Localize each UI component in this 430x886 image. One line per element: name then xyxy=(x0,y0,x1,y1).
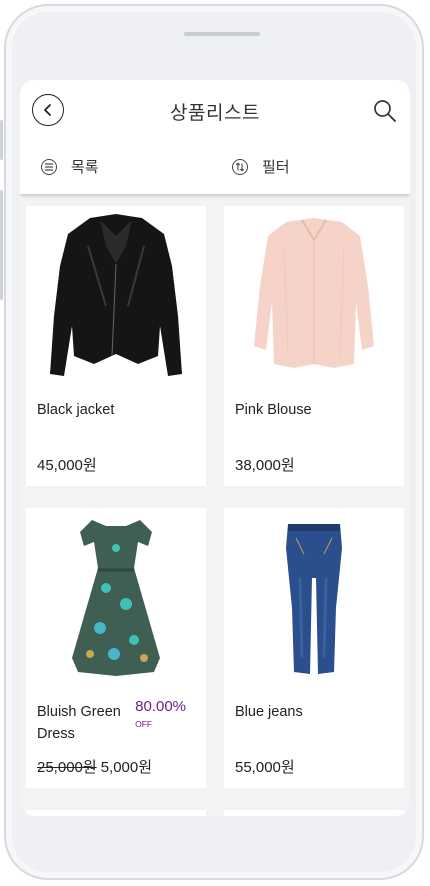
blue-jeans-image xyxy=(286,524,342,674)
sale-price: 5,000원 xyxy=(100,759,153,776)
list-view-label: 목록 xyxy=(71,159,99,176)
search-button[interactable] xyxy=(372,98,398,124)
product-name: Pink Blouse xyxy=(235,402,312,418)
discount-badge: 80.00% OFF xyxy=(135,698,186,729)
list-view-button[interactable]: 목록 xyxy=(41,156,99,177)
original-price: 25,000원 xyxy=(37,759,97,776)
app-header: 상품리스트 목록 필터 xyxy=(20,80,410,194)
phone-side-button xyxy=(0,120,3,160)
product-name: Black jacket xyxy=(37,402,115,418)
sort-arrows-icon xyxy=(232,158,248,175)
product-card[interactable] xyxy=(26,810,206,816)
product-price: 38,000원 xyxy=(235,457,295,474)
product-price: 55,000원 xyxy=(235,759,295,776)
product-price-group: 25,000원 5,000원 xyxy=(37,756,152,777)
product-card[interactable]: Blue jeans 55,000원 xyxy=(224,508,404,788)
filter-button[interactable]: 필터 xyxy=(232,156,290,177)
product-name: Blue jeans xyxy=(235,704,303,720)
black-jacket-image xyxy=(50,214,182,376)
discount-off-label: OFF xyxy=(135,719,153,729)
product-card[interactable]: Pink Blouse 38,000원 xyxy=(224,206,404,486)
discount-percent: 80.00% xyxy=(135,698,186,715)
speaker-grille xyxy=(184,32,260,36)
app-screen: 상품리스트 목록 필터 Black jacket 45,000원 Pink Bl… xyxy=(20,80,410,816)
floral-dress-image xyxy=(72,520,160,676)
product-card[interactable]: Black jacket 45,000원 xyxy=(26,206,206,486)
pink-blouse-image xyxy=(254,218,374,368)
page-title: 상품리스트 xyxy=(170,103,260,124)
product-card[interactable]: Bluish Green Dress 80.00% OFF 25,000원 5,0… xyxy=(26,508,206,788)
filter-label: 필터 xyxy=(262,159,290,176)
product-price: 45,000원 xyxy=(37,457,97,474)
product-card[interactable] xyxy=(224,810,404,816)
phone-side-button xyxy=(0,190,3,300)
product-name: Bluish Green Dress xyxy=(37,704,121,742)
list-icon xyxy=(41,158,57,175)
search-icon xyxy=(374,100,396,122)
